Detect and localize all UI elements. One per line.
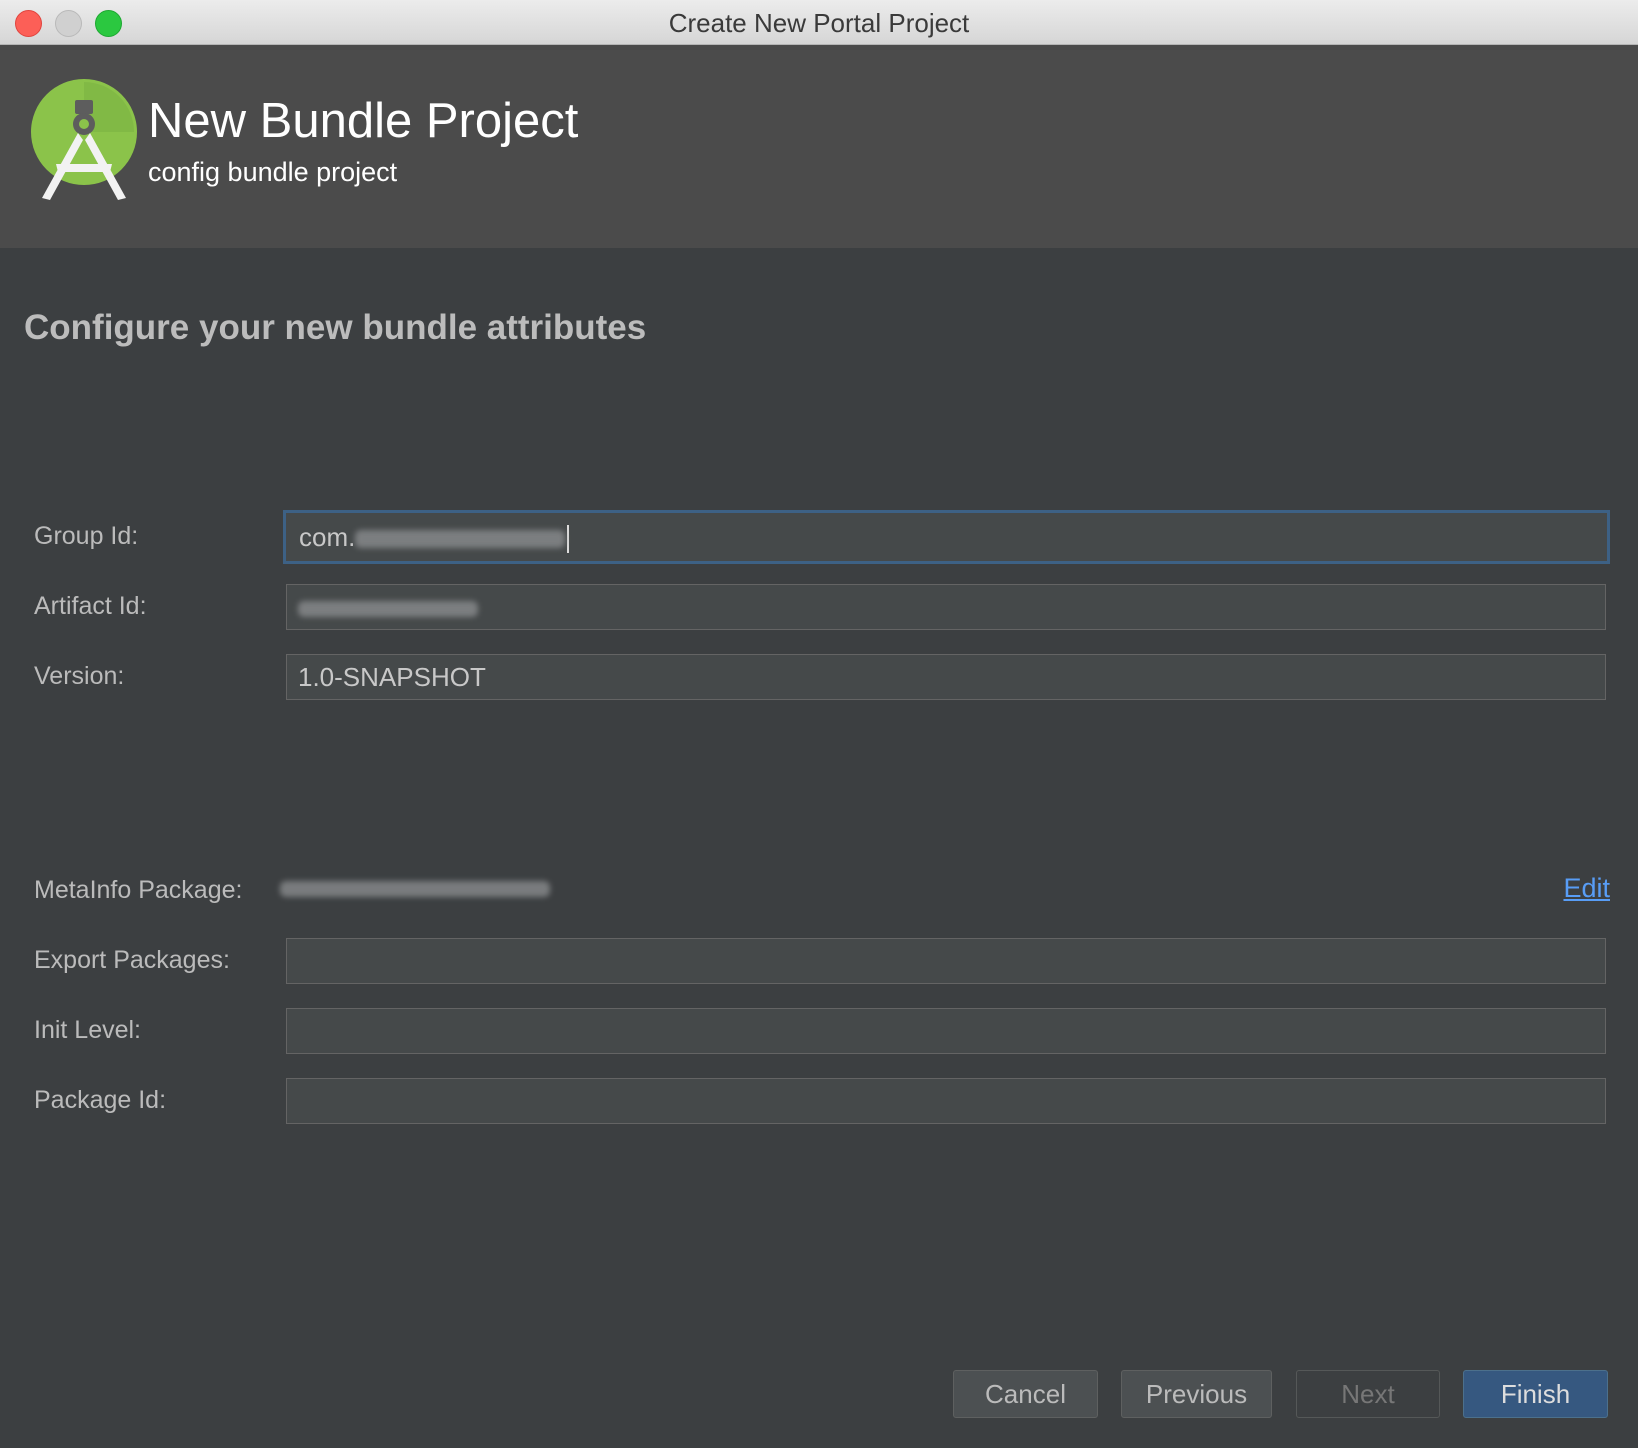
next-button[interactable]: Next (1296, 1370, 1440, 1418)
export-packages-input[interactable] (286, 938, 1606, 984)
metainfo-package-label: MetaInfo Package: (34, 876, 243, 904)
metainfo-edit-link[interactable]: Edit (1563, 873, 1610, 904)
init-level-label: Init Level: (34, 1016, 142, 1044)
previous-button[interactable]: Previous (1121, 1370, 1272, 1418)
wizard-subtitle: config bundle project (148, 157, 398, 187)
export-packages-label: Export Packages: (34, 946, 230, 974)
wizard-header: New Bundle Project config bundle project (0, 45, 1638, 248)
redacted-text (298, 601, 478, 618)
section-heading: Configure your new bundle attributes (24, 308, 647, 347)
group-id-input[interactable]: com. (283, 510, 1610, 564)
package-id-input[interactable] (286, 1078, 1606, 1124)
cancel-button[interactable]: Cancel (953, 1370, 1098, 1418)
group-id-label: Group Id: (34, 522, 139, 550)
redacted-text (355, 530, 566, 549)
dialog-window: Create New Portal Project New Bundle Pro… (0, 0, 1638, 1448)
redacted-text (280, 880, 550, 897)
android-studio-icon (31, 79, 137, 200)
artifact-id-label: Artifact Id: (34, 592, 147, 620)
text-caret (567, 525, 570, 554)
package-id-label: Package Id: (34, 1086, 167, 1114)
version-label: Version: (34, 662, 125, 690)
title-bar: Create New Portal Project (0, 0, 1638, 45)
metainfo-package-value (280, 880, 550, 898)
init-level-input[interactable] (286, 1008, 1606, 1054)
group-id-value-prefix: com. (299, 522, 356, 552)
finish-button[interactable]: Finish (1463, 1370, 1608, 1418)
artifact-id-input[interactable] (286, 584, 1606, 630)
version-input[interactable]: 1.0-SNAPSHOT (286, 654, 1606, 700)
window-title: Create New Portal Project (668, 8, 970, 38)
wizard-title: New Bundle Project (148, 94, 579, 148)
